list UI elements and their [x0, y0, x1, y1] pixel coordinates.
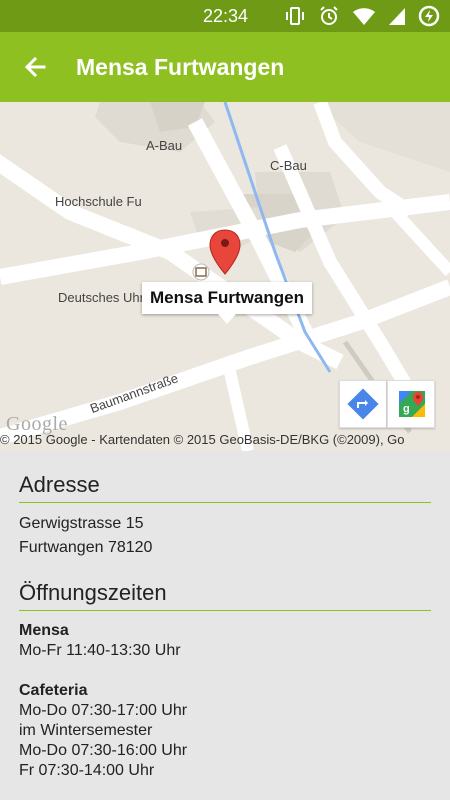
status-time: 22:34 [203, 6, 249, 26]
address-line-2: Furtwangen 78120 [19, 539, 153, 556]
details-content: Adresse Gerwigstrasse 15 Furtwangen 7812… [19, 472, 431, 781]
map-copyright: © 2015 Google - Kartendaten © 2015 GeoBa… [0, 432, 405, 447]
cafeteria-hours-line-2: im Wintersemester [19, 722, 153, 739]
open-maps-button[interactable]: g [387, 380, 435, 428]
cafeteria-title: Cafeteria [19, 682, 88, 699]
directions-icon [347, 388, 379, 420]
opening-hours-heading: Öffnungszeiten [19, 580, 431, 611]
map-label-a-bau: A-Bau [146, 138, 183, 153]
vibrate-icon [284, 5, 306, 32]
mensa-hours-line: Mo-Fr 11:40-13:30 Uhr [19, 642, 181, 659]
arrow-back-icon [24, 56, 46, 78]
google-maps-icon: g [399, 391, 425, 417]
map-info-window[interactable]: Mensa Furtwangen [142, 282, 312, 324]
cafeteria-hours-line-3: Mo-Do 07:30-16:00 Uhr [19, 742, 188, 759]
alarm-icon [318, 5, 340, 32]
status-bar: 22:34 [0, 0, 450, 32]
signal-icon [388, 5, 406, 32]
status-icons [284, 5, 440, 32]
cafeteria-hours-line-1: Mo-Do 07:30-17:00 Uhr [19, 702, 188, 719]
page-title: Mensa Furtwangen [76, 54, 285, 80]
cafeteria-hours: Cafeteria Mo-Do 07:30-17:00 Uhr im Winte… [19, 681, 431, 781]
directions-button[interactable] [339, 380, 387, 428]
mensa-title: Mensa [19, 622, 69, 639]
map-label-c-bau: C-Bau [270, 158, 307, 173]
map-label-hochschule: Hochschule Fu [55, 194, 142, 209]
cafeteria-hours-line-4: Fr 07:30-14:00 Uhr [19, 762, 155, 779]
app-bar: Mensa Furtwangen [0, 32, 450, 102]
mensa-hours: Mensa Mo-Fr 11:40-13:30 Uhr [19, 621, 431, 661]
svg-text:g: g [403, 403, 410, 415]
address-block[interactable]: Gerwigstrasse 15 Furtwangen 78120 [19, 512, 431, 560]
address-line-1: Gerwigstrasse 15 [19, 515, 144, 532]
back-button[interactable] [18, 50, 52, 84]
battery-icon [418, 5, 440, 32]
address-heading: Adresse [19, 472, 431, 503]
wifi-icon [352, 5, 376, 32]
